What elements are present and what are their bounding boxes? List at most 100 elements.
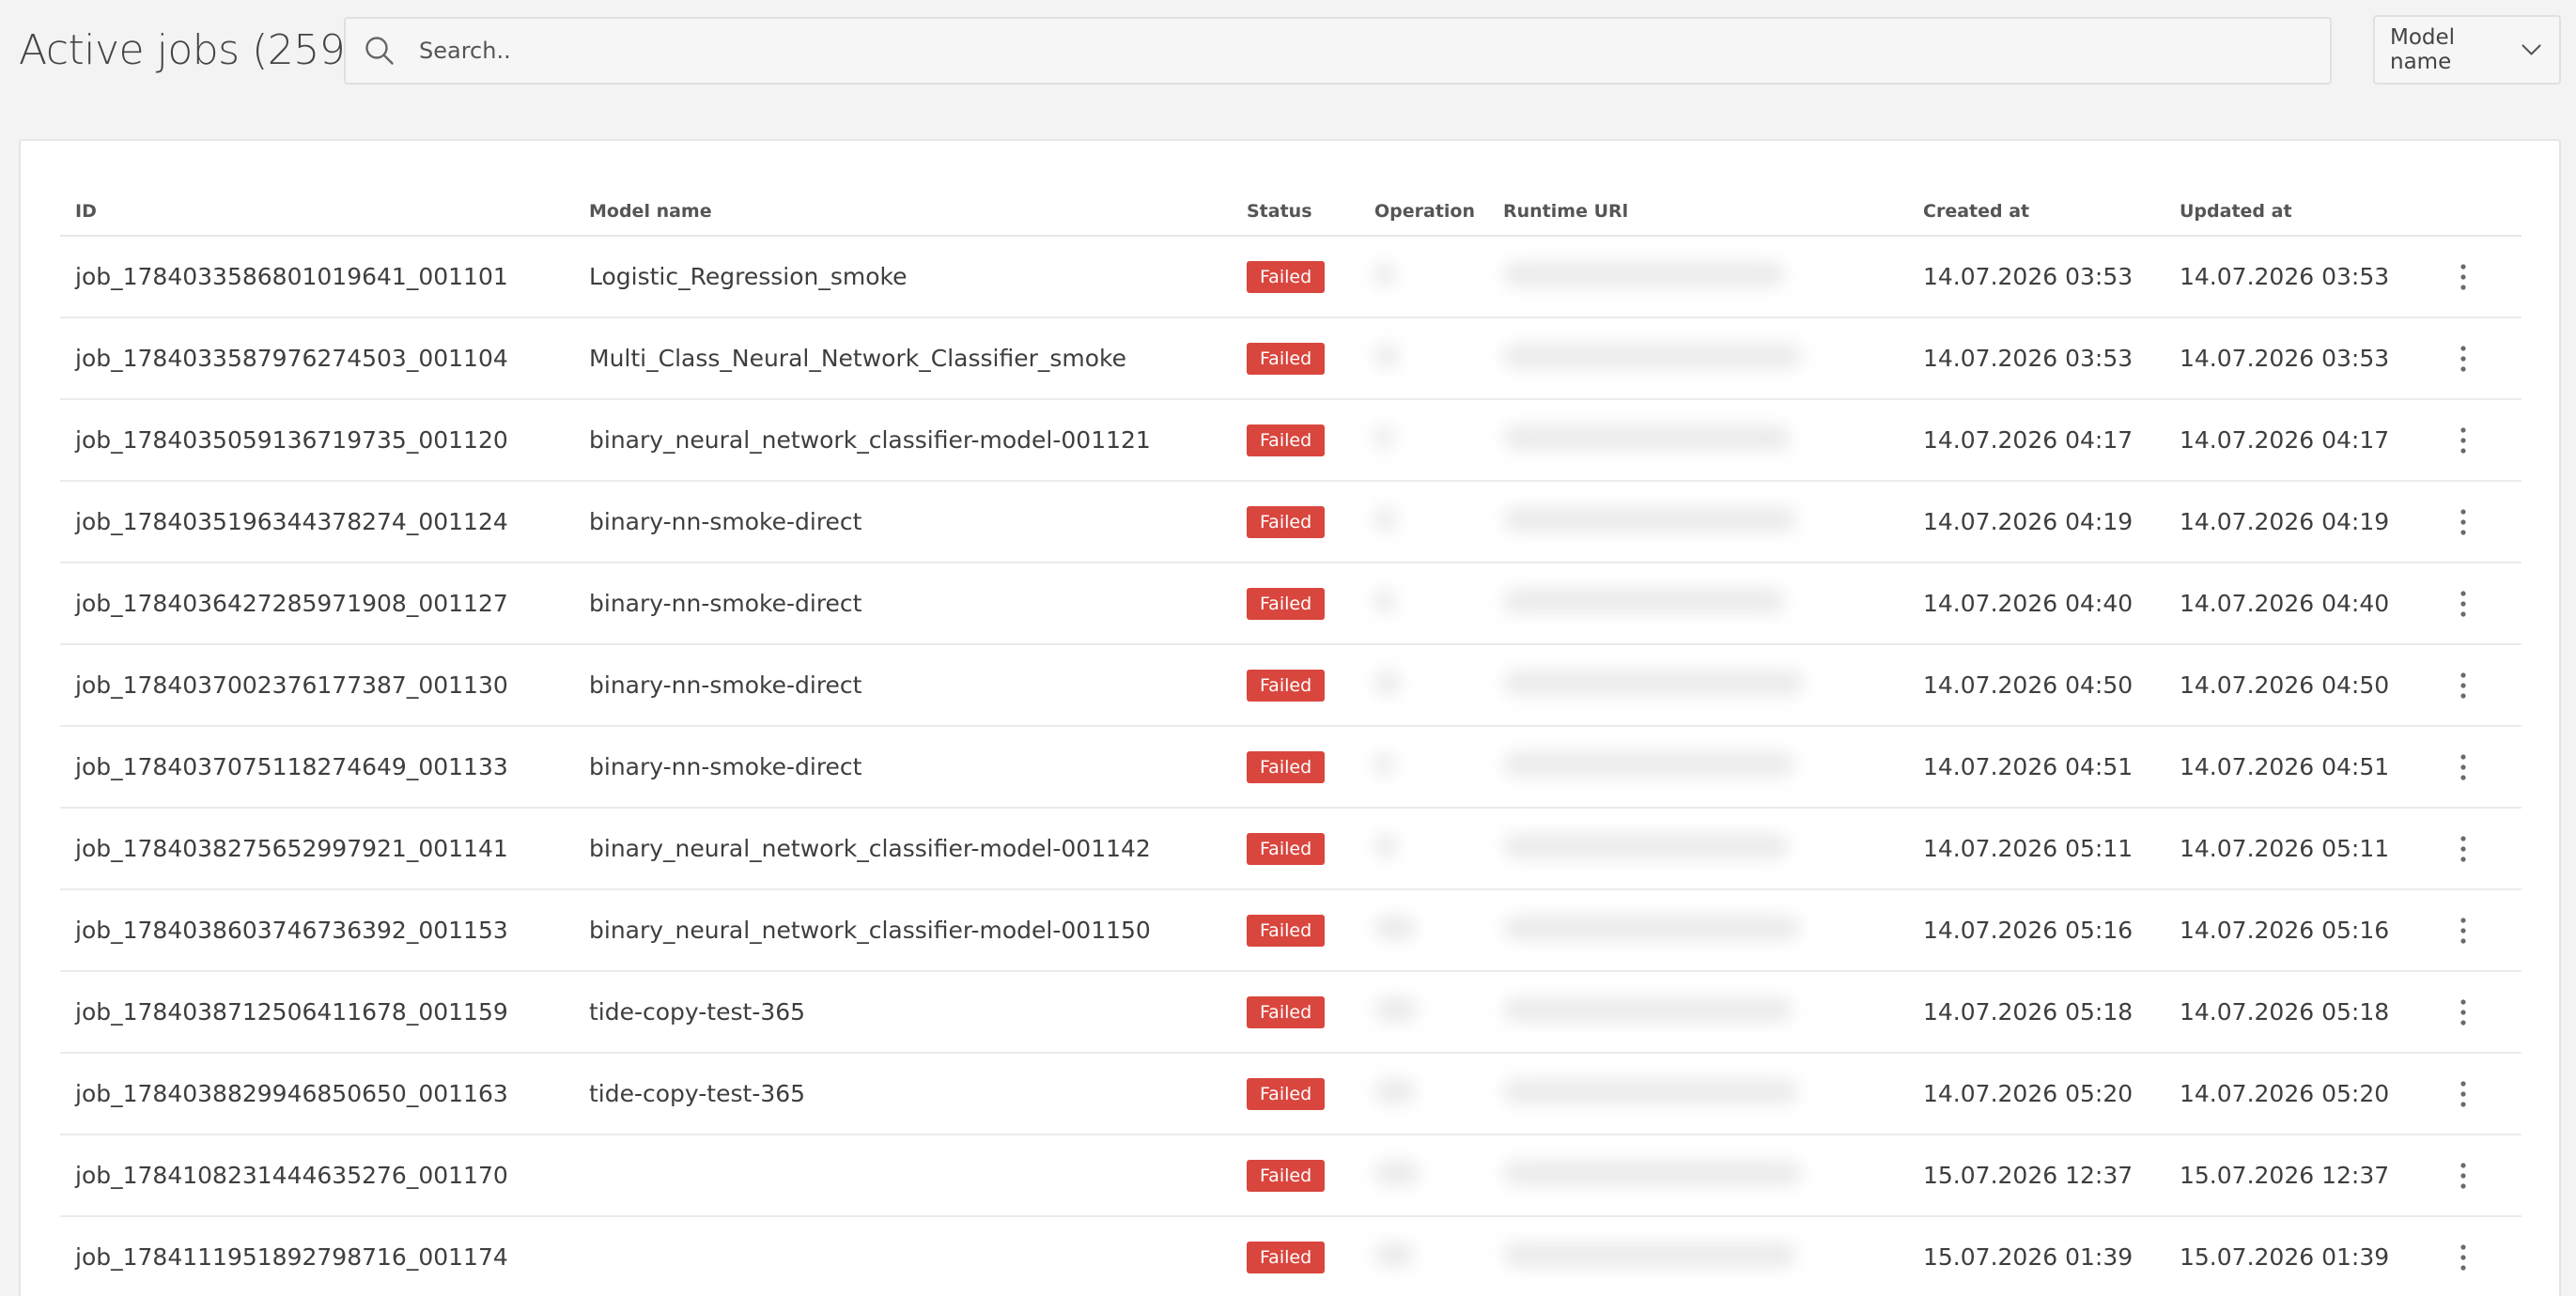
status-badge: Failed — [1247, 1077, 1326, 1110]
search-box[interactable] — [344, 17, 2332, 85]
status-cell: Failed — [1232, 808, 1359, 890]
job-id-cell[interactable]: job_1784038829946850650_001163 — [60, 1053, 574, 1135]
redacted-operation — [1374, 670, 1401, 695]
row-actions-cell — [2446, 1216, 2522, 1296]
operation-cell — [1359, 399, 1488, 482]
updated-at-cell: 14.07.2026 03:53 — [2165, 236, 2446, 318]
table-header-row: ID Model name Status Operation Runtime U… — [60, 188, 2522, 237]
table-row[interactable]: job_1784035196344378274_001124 binary-nn-… — [60, 481, 2522, 563]
table-row[interactable]: job_1784033586801019641_001101 Logistic_R… — [60, 236, 2522, 318]
status-cell: Failed — [1232, 563, 1359, 645]
updated-at-cell: 14.07.2026 04:51 — [2165, 726, 2446, 809]
operation-cell — [1359, 726, 1488, 809]
model-name-cell: Multi_Class_Neural_Network_Classifier_sm… — [574, 317, 1232, 400]
model-name-cell: binary_neural_network_classifier-model-0… — [574, 808, 1232, 890]
operation-cell — [1359, 1216, 1488, 1296]
job-id-cell[interactable]: job_1784038712506411678_001159 — [60, 971, 574, 1054]
status-badge: Failed — [1247, 587, 1326, 620]
table-row[interactable]: job_1784037075118274649_001133 binary-nn-… — [60, 726, 2522, 809]
table-row[interactable]: job_1784033587976274503_001104 Multi_Clas… — [60, 317, 2522, 400]
status-badge: Failed — [1247, 914, 1326, 947]
table-row[interactable]: job_1784035059136719735_001120 binary_neu… — [60, 399, 2522, 482]
more-vertical-icon[interactable] — [2460, 262, 2467, 292]
job-id-cell[interactable]: job_1784037075118274649_001133 — [60, 726, 574, 809]
redacted-runtime-url — [1503, 1078, 1798, 1103]
runtime-url-cell — [1488, 1216, 1908, 1296]
status-badge: Failed — [1247, 1241, 1326, 1273]
redacted-operation — [1374, 1242, 1414, 1267]
status-cell: Failed — [1232, 481, 1359, 563]
updated-at-cell: 14.07.2026 05:20 — [2165, 1053, 2446, 1135]
more-vertical-icon[interactable] — [2460, 916, 2467, 946]
row-actions-cell — [2446, 971, 2522, 1054]
model-name-cell: binary-nn-smoke-direct — [574, 481, 1232, 563]
job-id-cell[interactable]: job_1784033586801019641_001101 — [60, 236, 574, 318]
operation-cell — [1359, 317, 1488, 400]
more-vertical-icon[interactable] — [2460, 344, 2467, 374]
operation-cell — [1359, 1134, 1488, 1217]
model-name-dropdown[interactable]: Model name — [2373, 15, 2561, 85]
column-header-created-at[interactable]: Created at — [1908, 188, 2165, 237]
created-at-cell: 15.07.2026 12:37 — [1908, 1134, 2165, 1217]
row-actions-cell — [2446, 726, 2522, 809]
model-name-cell — [574, 1216, 1232, 1296]
table-row[interactable]: job_1784038712506411678_001159 tide-copy-… — [60, 971, 2522, 1054]
table-row[interactable]: job_1784036427285971908_001127 binary-nn-… — [60, 563, 2522, 645]
more-vertical-icon[interactable] — [2460, 507, 2467, 537]
table-row[interactable]: job_1784111951892798716_001174 Failed 15.0… — [60, 1216, 2522, 1296]
row-actions-cell — [2446, 481, 2522, 563]
table-row[interactable]: job_1784108231444635276_001170 Failed 15.0… — [60, 1134, 2522, 1217]
column-header-operation[interactable]: Operation — [1359, 188, 1488, 237]
updated-at-cell: 14.07.2026 03:53 — [2165, 317, 2446, 400]
row-actions-cell — [2446, 1053, 2522, 1135]
redacted-runtime-url — [1503, 506, 1796, 532]
redacted-operation — [1374, 833, 1397, 858]
job-id-cell[interactable]: job_1784035059136719735_001120 — [60, 399, 574, 482]
more-vertical-icon[interactable] — [2460, 1161, 2467, 1191]
column-header-id[interactable]: ID — [60, 188, 574, 237]
job-id-cell[interactable]: job_1784036427285971908_001127 — [60, 563, 574, 645]
updated-at-cell: 14.07.2026 05:18 — [2165, 971, 2446, 1054]
search-input[interactable] — [417, 37, 2330, 65]
job-id-cell[interactable]: job_1784033587976274503_001104 — [60, 317, 574, 400]
more-vertical-icon[interactable] — [2460, 1242, 2467, 1273]
redacted-runtime-url — [1503, 751, 1794, 777]
model-name-cell: binary-nn-smoke-direct — [574, 563, 1232, 645]
more-vertical-icon[interactable] — [2460, 997, 2467, 1027]
runtime-url-cell — [1488, 808, 1908, 890]
table-row[interactable]: job_1784038603746736392_001153 binary_neu… — [60, 889, 2522, 972]
more-vertical-icon[interactable] — [2460, 752, 2467, 782]
column-header-model-name[interactable]: Model name — [574, 188, 1232, 237]
updated-at-cell: 15.07.2026 12:37 — [2165, 1134, 2446, 1217]
model-name-cell: tide-copy-test-365 — [574, 1053, 1232, 1135]
runtime-url-cell — [1488, 563, 1908, 645]
job-id-cell[interactable]: job_1784111951892798716_001174 — [60, 1216, 574, 1296]
column-header-updated-at[interactable]: Updated at — [2165, 188, 2446, 237]
more-vertical-icon[interactable] — [2460, 671, 2467, 701]
more-vertical-icon[interactable] — [2460, 425, 2467, 455]
operation-cell — [1359, 808, 1488, 890]
row-actions-cell — [2446, 1134, 2522, 1217]
page-title: Active jobs (259) — [19, 26, 361, 74]
row-actions-cell — [2446, 317, 2522, 400]
job-id-cell[interactable]: job_1784108231444635276_001170 — [60, 1134, 574, 1217]
updated-at-cell: 14.07.2026 05:16 — [2165, 889, 2446, 972]
row-actions-cell — [2446, 644, 2522, 727]
column-header-status[interactable]: Status — [1232, 188, 1359, 237]
status-badge: Failed — [1247, 995, 1326, 1028]
more-vertical-icon[interactable] — [2460, 589, 2467, 619]
more-vertical-icon[interactable] — [2460, 1079, 2467, 1109]
operation-cell — [1359, 971, 1488, 1054]
updated-at-cell: 14.07.2026 04:40 — [2165, 563, 2446, 645]
status-badge: Failed — [1247, 260, 1326, 293]
table-row[interactable]: job_1784038275652997921_001141 binary_neu… — [60, 808, 2522, 890]
job-id-cell[interactable]: job_1784035196344378274_001124 — [60, 481, 574, 563]
table-row[interactable]: job_1784037002376177387_001130 binary-nn-… — [60, 644, 2522, 727]
table-row[interactable]: job_1784038829946850650_001163 tide-copy-… — [60, 1053, 2522, 1135]
job-id-cell[interactable]: job_1784038275652997921_001141 — [60, 808, 574, 890]
more-vertical-icon[interactable] — [2460, 834, 2467, 864]
job-id-cell[interactable]: job_1784038603746736392_001153 — [60, 889, 574, 972]
status-badge: Failed — [1247, 750, 1326, 783]
job-id-cell[interactable]: job_1784037002376177387_001130 — [60, 644, 574, 727]
column-header-runtime-url[interactable]: Runtime URl — [1488, 188, 1908, 237]
